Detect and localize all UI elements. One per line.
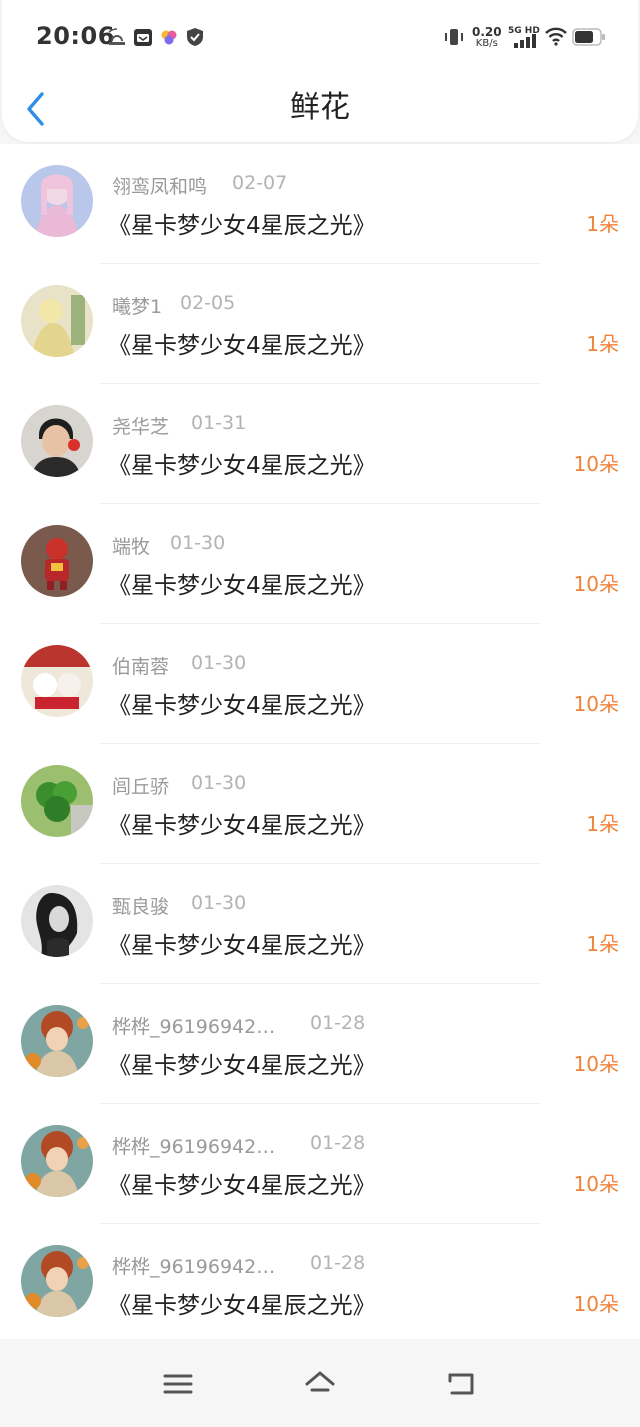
cast-icon xyxy=(108,28,125,45)
book-title: 《星卡梦少女4星辰之光》 xyxy=(108,1173,376,1199)
gift-date: 01-31 xyxy=(191,412,247,434)
user-name: 桦桦_96196942… xyxy=(112,1256,276,1278)
vibrate-icon xyxy=(445,29,463,45)
list-item[interactable]: 端牧 01-30 《星卡梦少女4星辰之光》 10朵 xyxy=(0,504,640,624)
avatar[interactable] xyxy=(21,645,93,717)
book-title: 《星卡梦少女4星辰之光》 xyxy=(108,693,376,719)
list-item[interactable]: 伯南蓉 01-30 《星卡梦少女4星辰之光》 10朵 xyxy=(0,624,640,744)
avatar[interactable] xyxy=(21,165,93,237)
book-title: 《星卡梦少女4星辰之光》 xyxy=(108,933,376,959)
menu-icon[interactable] xyxy=(162,1370,194,1398)
wifi-icon xyxy=(545,27,567,46)
gift-date: 01-30 xyxy=(191,652,247,674)
list-item[interactable]: 桦桦_96196942… 01-28 《星卡梦少女4星辰之光》 10朵 xyxy=(0,1104,640,1224)
back-icon[interactable] xyxy=(446,1370,478,1398)
list-item[interactable]: 桦桦_96196942… 01-28 《星卡梦少女4星辰之光》 10朵 xyxy=(0,1224,640,1344)
list-item[interactable]: 曦梦1 02-05 《星卡梦少女4星辰之光》 1朵 xyxy=(0,264,640,384)
user-name: 端牧 xyxy=(112,536,151,558)
shield-icon xyxy=(187,28,203,46)
system-nav-bar xyxy=(0,1340,640,1427)
list-item[interactable]: 闾丘骄 01-30 《星卡梦少女4星辰之光》 1朵 xyxy=(0,744,640,864)
list-item[interactable]: 翎鸾凤和鸣 02-07 《星卡梦少女4星辰之光》 1朵 xyxy=(0,144,640,264)
flower-count: 10朵 xyxy=(573,1172,619,1196)
book-title: 《星卡梦少女4星辰之光》 xyxy=(108,1053,376,1079)
user-name: 闾丘骄 xyxy=(112,776,170,798)
user-name: 桦桦_96196942… xyxy=(112,1016,276,1038)
book-title: 《星卡梦少女4星辰之光》 xyxy=(108,453,376,479)
gift-date: 01-28 xyxy=(310,1252,366,1274)
flower-count: 1朵 xyxy=(586,812,619,836)
battery-icon xyxy=(572,28,605,46)
avatar[interactable] xyxy=(21,1245,93,1317)
user-name: 曦梦1 xyxy=(112,296,163,318)
flower-count: 1朵 xyxy=(586,332,619,356)
speed-unit: KB/s xyxy=(475,38,498,49)
flower-count: 10朵 xyxy=(573,1052,619,1076)
flower-list: 翎鸾凤和鸣 02-07 《星卡梦少女4星辰之光》 1朵 曦梦1 02-05 《星… xyxy=(0,144,640,1339)
calendar-icon xyxy=(134,29,152,46)
flower-count: 1朵 xyxy=(586,932,619,956)
flower-count: 10朵 xyxy=(573,572,619,596)
user-name: 翎鸾凤和鸣 xyxy=(112,176,208,198)
page-title: 鲜花 xyxy=(290,90,350,125)
status-bar: 20:06 0.20 KB/s 5G HD xyxy=(0,0,640,76)
gift-date: 01-28 xyxy=(310,1012,366,1034)
avatar[interactable] xyxy=(21,1005,93,1077)
gift-date: 02-05 xyxy=(180,292,236,314)
book-title: 《星卡梦少女4星辰之光》 xyxy=(108,1293,376,1319)
list-item[interactable]: 桦桦_96196942… 01-28 《星卡梦少女4星辰之光》 10朵 xyxy=(0,984,640,1104)
flower-count: 10朵 xyxy=(573,452,619,476)
user-name: 伯南蓉 xyxy=(112,656,170,678)
gift-date: 01-30 xyxy=(170,532,226,554)
gift-date: 02-07 xyxy=(232,172,288,194)
flower-count: 10朵 xyxy=(573,1292,619,1316)
list-item[interactable]: 甄良骏 01-30 《星卡梦少女4星辰之光》 1朵 xyxy=(0,864,640,984)
avatar[interactable] xyxy=(21,525,93,597)
book-title: 《星卡梦少女4星辰之光》 xyxy=(108,813,376,839)
flower-count: 10朵 xyxy=(573,692,619,716)
network-speed: 0.20 KB/s xyxy=(472,26,502,50)
speed-value: 0.20 xyxy=(472,25,502,39)
status-time: 20:06 xyxy=(36,22,115,50)
signal-icon xyxy=(514,34,536,48)
book-title: 《星卡梦少女4星辰之光》 xyxy=(108,573,376,599)
flower-count: 1朵 xyxy=(586,212,619,236)
avatar[interactable] xyxy=(21,1125,93,1197)
book-title: 《星卡梦少女4星辰之光》 xyxy=(108,333,376,359)
gift-date: 01-28 xyxy=(310,1132,366,1154)
avatar[interactable] xyxy=(21,405,93,477)
list-item[interactable]: 尧华芝 01-31 《星卡梦少女4星辰之光》 10朵 xyxy=(0,384,640,504)
avatar[interactable] xyxy=(21,885,93,957)
home-icon[interactable] xyxy=(304,1370,336,1398)
avatar[interactable] xyxy=(21,285,93,357)
avatar[interactable] xyxy=(21,765,93,837)
user-name: 甄良骏 xyxy=(112,896,170,918)
user-name: 尧华芝 xyxy=(112,416,170,438)
app-icon xyxy=(161,30,177,45)
gift-date: 01-30 xyxy=(191,772,247,794)
book-title: 《星卡梦少女4星辰之光》 xyxy=(108,213,376,239)
gift-date: 01-30 xyxy=(191,892,247,914)
user-name: 桦桦_96196942… xyxy=(112,1136,276,1158)
